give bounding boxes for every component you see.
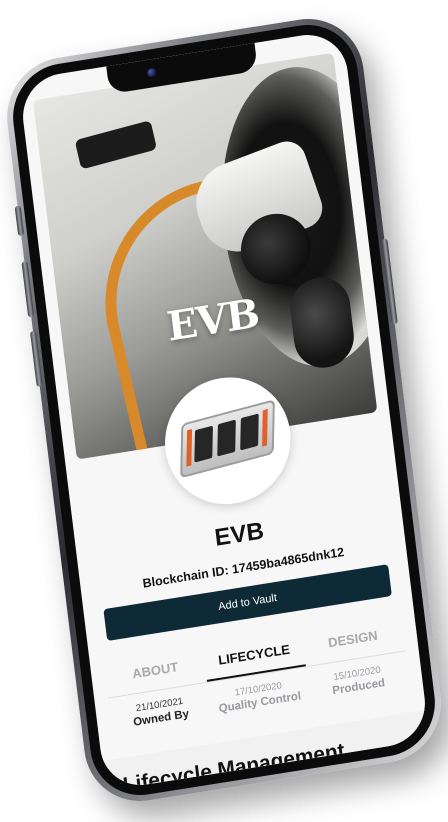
battery-pack-image [180, 399, 275, 479]
battery-strip [262, 409, 268, 447]
phone-mockup: EVB EVB Blockchain ID: 17459ba4865dnk12 … [0, 10, 448, 810]
front-camera-icon [146, 67, 157, 79]
port-cover [74, 120, 158, 170]
battery-cell [217, 419, 236, 457]
battery-cell [240, 413, 259, 451]
battery-cell [194, 425, 213, 463]
battery-strip [186, 429, 193, 467]
